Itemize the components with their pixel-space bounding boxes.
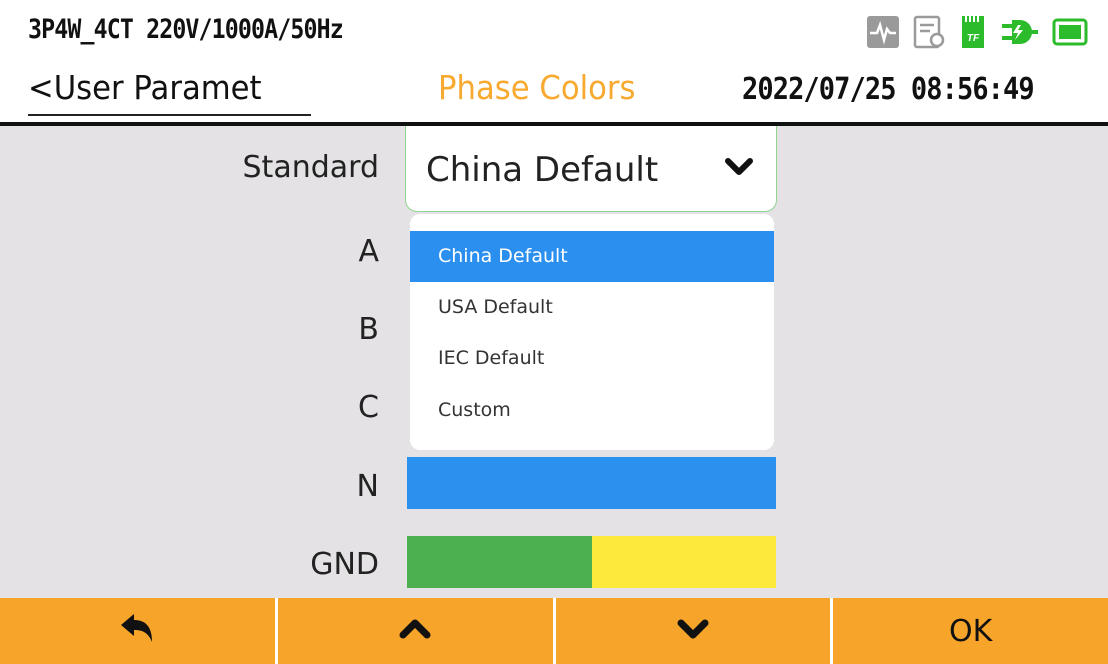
- option-iec-default[interactable]: IEC Default: [410, 333, 774, 384]
- battery-icon: [1052, 17, 1090, 51]
- status-header: 3P4W_4CT 220V/1000A/50Hz TF <User Parame…: [0, 0, 1108, 122]
- tf-card-label: TF: [967, 33, 980, 44]
- waveform-icon: [866, 15, 900, 53]
- standard-select-value: China Default: [426, 150, 659, 190]
- option-china-default[interactable]: China Default: [410, 231, 774, 282]
- phase-gnd-label: GND: [310, 547, 379, 582]
- status-icons: TF: [866, 14, 1090, 54]
- up-chevron-icon: [398, 617, 432, 645]
- ok-button[interactable]: OK: [833, 598, 1108, 664]
- config-label: 3P4W_4CT 220V/1000A/50Hz: [28, 14, 344, 45]
- back-arrow-icon: [117, 612, 157, 650]
- power-plug-icon: [1000, 17, 1040, 51]
- back-button[interactable]: [0, 598, 278, 664]
- phase-b-label: B: [358, 312, 379, 347]
- phase-a-label: A: [358, 234, 379, 269]
- softkey-bar: OK: [0, 598, 1108, 664]
- option-usa-default[interactable]: USA Default: [410, 282, 774, 333]
- gnd-color-yellow: [591, 536, 776, 588]
- phase-gnd-color-swatch[interactable]: [407, 536, 776, 588]
- standard-options-menu: China Default USA Default IEC Default Cu…: [410, 214, 774, 450]
- phase-n-label: N: [356, 469, 379, 504]
- phase-n-color-swatch[interactable]: [407, 457, 776, 509]
- record-icon: [912, 15, 946, 53]
- standard-select[interactable]: China Default: [405, 126, 777, 212]
- down-chevron-icon: [676, 617, 710, 645]
- tf-card-icon: TF: [958, 14, 988, 54]
- page-title: Phase Colors: [438, 68, 636, 107]
- down-button[interactable]: [556, 598, 834, 664]
- back-link[interactable]: <User Paramet: [28, 68, 262, 107]
- datetime: 2022/07/25 08:56:49: [742, 72, 1035, 107]
- phase-c-label: C: [358, 390, 379, 425]
- ok-label: OK: [948, 613, 993, 649]
- back-link-underline: [28, 114, 311, 116]
- standard-label: Standard: [242, 150, 379, 185]
- up-button[interactable]: [278, 598, 556, 664]
- chevron-down-icon: [724, 156, 754, 182]
- option-custom[interactable]: Custom: [410, 385, 774, 436]
- gnd-color-green: [407, 536, 592, 588]
